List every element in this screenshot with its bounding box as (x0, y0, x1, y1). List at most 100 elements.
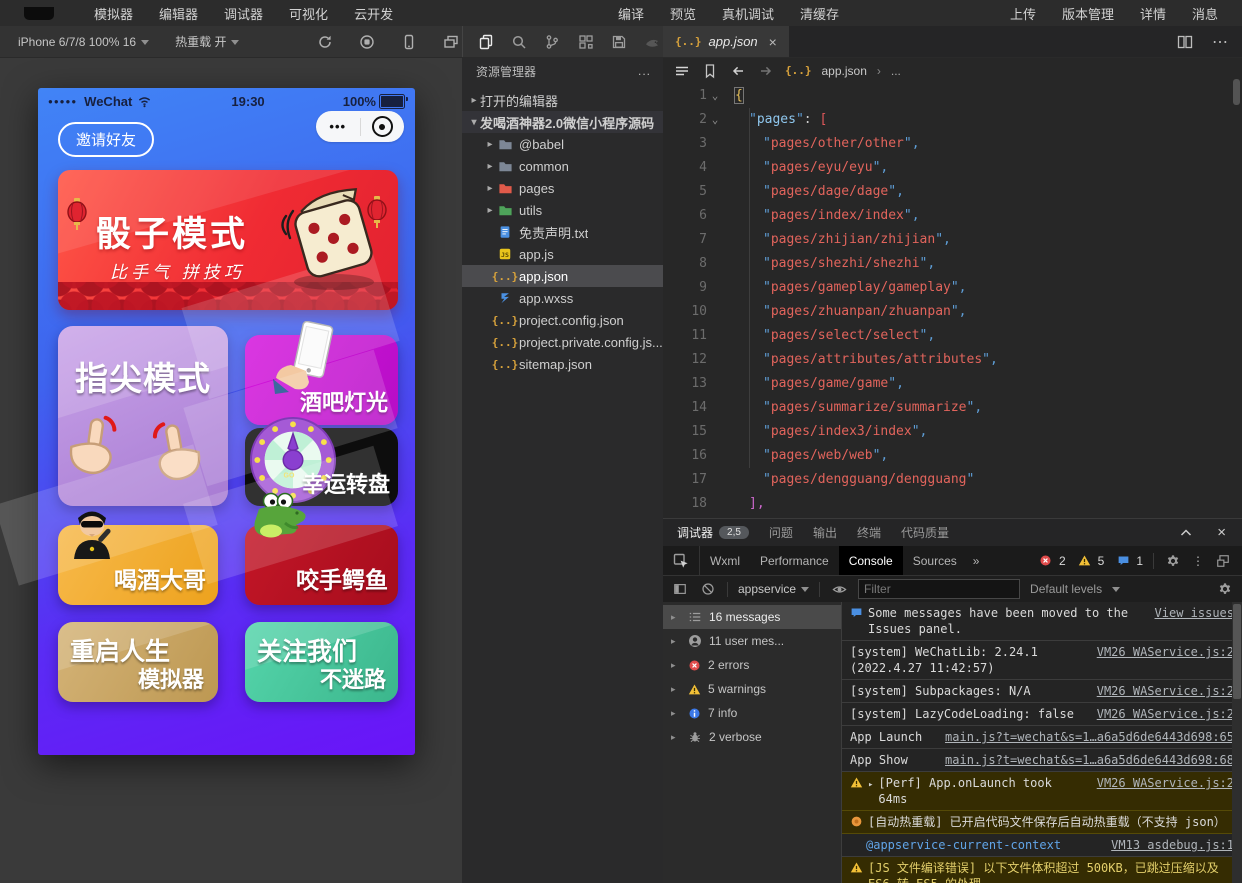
split-editor-icon[interactable] (1176, 33, 1194, 51)
cloud-whale-icon[interactable] (643, 33, 661, 51)
menu-item-版本管理[interactable]: 版本管理 (1062, 4, 1114, 23)
crocodile-card[interactable]: 咬手鳄鱼 (245, 525, 398, 605)
explorer-item--[interactable]: ▸打开的编辑器 (462, 89, 663, 111)
explorer-item-@babel[interactable]: ▸@babel (462, 133, 663, 155)
phone-icon[interactable] (400, 33, 418, 51)
code-editor[interactable]: {..} app.json › ... 1⌄{2⌄"pages": [3"pag… (663, 57, 1242, 518)
debugger-tab-调试器[interactable]: 调试器2,5 (677, 519, 749, 546)
dice-mode-banner[interactable]: 骰子模式 比手气 拼技巧 (58, 170, 398, 310)
bookmark-icon[interactable] (701, 62, 719, 80)
chevron-right-icon[interactable]: ▸ (484, 161, 496, 172)
console-filter-verbose[interactable]: ▸2 verbose (663, 725, 841, 749)
app-logo[interactable] (24, 7, 54, 20)
gear-icon[interactable] (1216, 580, 1234, 598)
fold-chevron-icon[interactable]: ⌄ (707, 84, 723, 108)
context-selector[interactable]: appservice (738, 582, 809, 596)
capsule-more-button[interactable]: ••• (316, 119, 360, 134)
devtools-tab-Wxml[interactable]: Wxml (700, 546, 750, 575)
explorer-item-app.js[interactable]: JSapp.js (462, 243, 663, 265)
clear-console-icon[interactable] (699, 580, 717, 598)
console-scrollbar[interactable] (1232, 602, 1242, 883)
arrow-right-icon[interactable] (757, 62, 775, 80)
hamburger-icon[interactable] (673, 62, 691, 80)
close-icon[interactable]: × (769, 34, 777, 50)
menu-item-真机调试[interactable]: 真机调试 (722, 4, 774, 23)
record-icon[interactable] (358, 33, 376, 51)
chevron-right-icon[interactable]: ▸ (484, 139, 496, 150)
restart-life-card[interactable]: 重启人生 模拟器 (58, 622, 218, 702)
tabs-overflow-icon[interactable]: » (967, 554, 986, 568)
console-message[interactable]: ▸[Perf] App.onLaunch took 64msVM26 WASer… (842, 772, 1242, 811)
menu-item-编译[interactable]: 编译 (618, 4, 644, 23)
collapse-icon[interactable] (1177, 524, 1195, 542)
eye-icon[interactable] (830, 580, 848, 598)
explorer-item-project.config.json[interactable]: {..}project.config.json (462, 309, 663, 331)
more-actions-icon[interactable]: ⋯ (1212, 32, 1228, 52)
files-icon[interactable] (477, 33, 495, 51)
console-filter-messages[interactable]: ▸16 messages (663, 605, 841, 629)
inspect-element-icon[interactable] (663, 546, 700, 575)
source-link[interactable]: VM26 WAService.js:2 (1097, 775, 1234, 791)
menu-item-预览[interactable]: 预览 (670, 4, 696, 23)
source-link[interactable]: main.js?t=wechat&s=1…a6a5d6de6443d698:68 (945, 752, 1234, 768)
explorer-item-app.json[interactable]: {..}app.json (462, 265, 663, 287)
explorer-item-utils[interactable]: ▸utils (462, 199, 663, 221)
source-link[interactable]: VM26 WAService.js:2 (1097, 644, 1234, 660)
source-link[interactable]: View issues (1155, 605, 1234, 621)
refresh-icon[interactable] (316, 33, 334, 51)
devtools-tab-Performance[interactable]: Performance (750, 546, 839, 575)
devtools-tab-Console[interactable]: Console (839, 546, 903, 575)
console-filter-warning[interactable]: ▸5 warnings (663, 677, 841, 701)
expand-icon[interactable]: ▸ (868, 777, 873, 793)
chevron-right-icon[interactable]: ▸ (484, 205, 496, 216)
invite-friends-button[interactable]: 邀请好友 (58, 122, 154, 157)
chevron-down-icon[interactable]: ▾ (468, 117, 480, 128)
menu-item-上传[interactable]: 上传 (1010, 4, 1036, 23)
console-filter-error[interactable]: ▸2 errors (663, 653, 841, 677)
explorer-item-pages[interactable]: ▸pages (462, 177, 663, 199)
follow-us-card[interactable]: 关注我们 不迷路 (245, 622, 398, 702)
chevron-right-icon[interactable]: ▸ (671, 684, 681, 695)
chevron-right-icon[interactable]: ▸ (484, 183, 496, 194)
menu-item-清缓存[interactable]: 清缓存 (800, 4, 839, 23)
source-link[interactable]: VM13 asdebug.js:1 (1111, 837, 1234, 853)
debugger-tab-输出[interactable]: 输出 (813, 519, 837, 546)
git-branch-icon[interactable] (543, 33, 561, 51)
menu-item-消息[interactable]: 消息 (1192, 4, 1218, 23)
console-filter-info[interactable]: ▸7 info (663, 701, 841, 725)
close-icon[interactable]: × (1217, 524, 1226, 541)
source-link[interactable]: VM26 WAService.js:2 (1097, 706, 1234, 722)
undock-icon[interactable] (1214, 552, 1232, 570)
explorer-item--.txt[interactable]: 免责声明.txt (462, 221, 663, 243)
multi-window-icon[interactable] (442, 33, 460, 51)
hot-reload-selector[interactable]: 热重载 开 (175, 33, 239, 50)
menu-item-可视化[interactable]: 可视化 (289, 4, 328, 23)
source-link[interactable]: VM26 WAService.js:2 (1097, 683, 1234, 699)
breadcrumb[interactable]: app.json (822, 64, 867, 78)
source-link[interactable]: main.js?t=wechat&s=1…a6a5d6de6443d698:65 (945, 729, 1234, 745)
explorer-more-icon[interactable]: ... (638, 64, 651, 78)
extensions-icon[interactable] (577, 33, 595, 51)
editor-scrollbar[interactable] (1233, 79, 1240, 105)
search-icon[interactable] (510, 33, 528, 51)
chevron-right-icon[interactable]: ▸ (468, 95, 480, 106)
warning-count[interactable]: 5 (1076, 552, 1105, 570)
fingertip-mode-card[interactable]: 指尖模式 (58, 326, 228, 506)
error-count[interactable]: 2 (1037, 552, 1066, 570)
chevron-right-icon[interactable]: ▸ (671, 636, 681, 647)
debugger-tab-终端[interactable]: 终端 (857, 519, 881, 546)
devtools-tab-Sources[interactable]: Sources (903, 546, 967, 575)
sidebar-toggle-icon[interactable] (671, 580, 689, 598)
arrow-left-icon[interactable] (729, 62, 747, 80)
menu-item-详情[interactable]: 详情 (1140, 4, 1166, 23)
menu-item-编辑器[interactable]: 编辑器 (159, 4, 198, 23)
console-filter-user[interactable]: ▸11 user mes... (663, 629, 841, 653)
bar-light-card[interactable]: 酒吧灯光 (245, 335, 398, 425)
breadcrumb-more[interactable]: ... (891, 64, 901, 78)
explorer-item-common[interactable]: ▸common (462, 155, 663, 177)
gear-icon[interactable] (1164, 552, 1182, 570)
device-selector[interactable]: iPhone 6/7/8 100% 16 (18, 35, 149, 49)
message-count[interactable]: 1 (1114, 552, 1143, 570)
chevron-right-icon[interactable]: ▸ (671, 708, 681, 719)
log-levels-selector[interactable]: Default levels (1030, 582, 1120, 596)
